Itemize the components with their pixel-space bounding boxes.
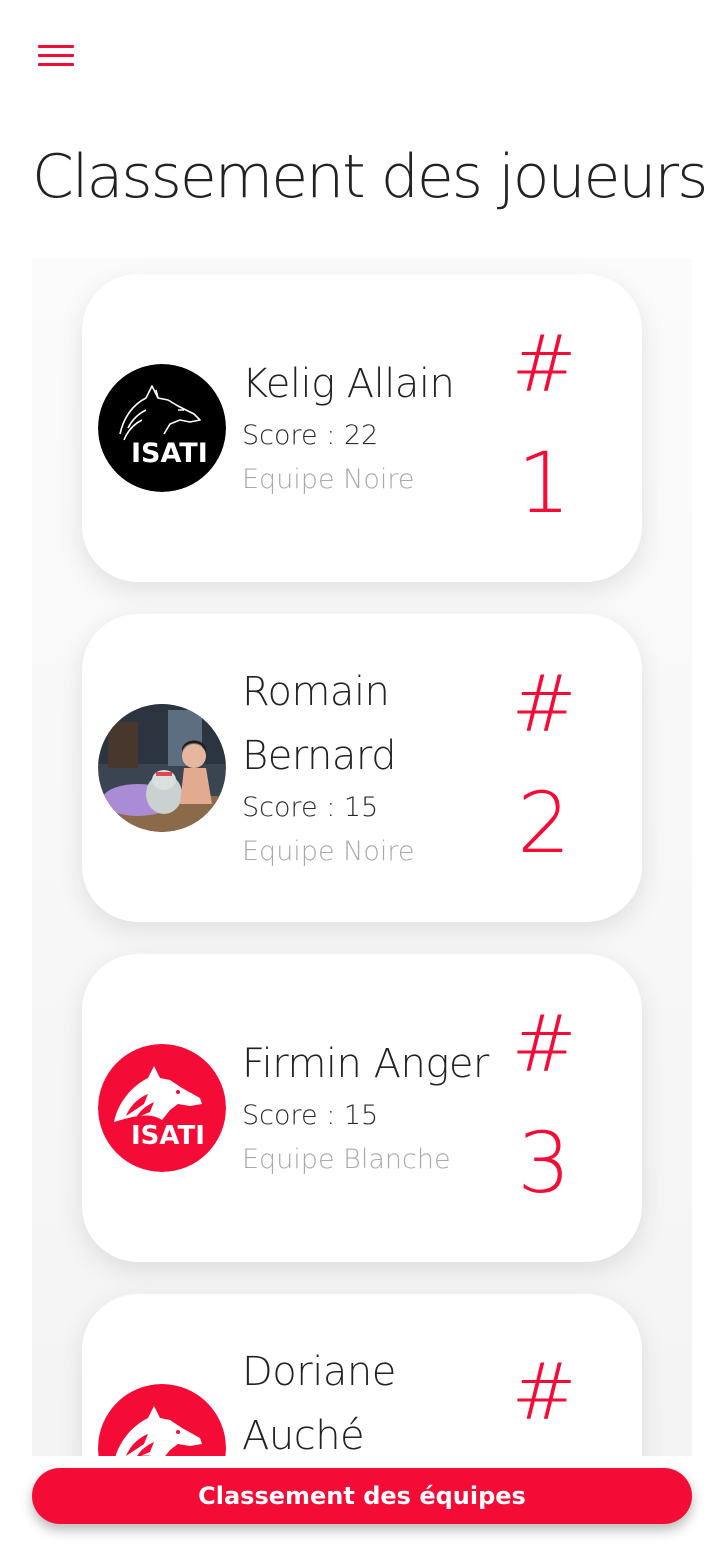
menu-line [38,63,74,66]
player-rank: # [502,1294,586,1456]
player-info: Kelig Allain Score : 22 Equipe Noire [242,274,502,582]
teams-ranking-button[interactable]: Classement des équipes [32,1468,692,1524]
players-ranking-page: Classement des joueurs ISATI Kelig Allai… [0,0,724,1568]
isati-wolf-logo-avatar: ISATI [98,364,226,492]
profile-photo-icon [98,704,226,832]
rank-number: 2 [517,774,571,872]
player-name: Kelig Allain [242,361,455,407]
player-rank: # 3 [502,954,586,1262]
player-card[interactable]: Romain Bernard Score : 15 Equipe Noire #… [82,614,642,922]
rank-hash: # [511,660,577,750]
rank-number: 1 [517,434,571,532]
player-info: Romain Bernard Score : 15 Equipe Noire [242,614,502,922]
isati-logo-text: ISATI [131,438,208,469]
menu-line [38,54,74,57]
isati-logo-red-icon: ISATI [98,1044,226,1172]
player-name: Romain Bernard [242,669,397,779]
isati-logo-text: ISATI [131,1121,205,1151]
player-name: Doriane Auché [242,1349,396,1456]
menu-line [38,45,74,48]
player-score: Score : 15 [242,1100,379,1131]
profile-photo-avatar [98,704,226,832]
rank-hash: # [511,1000,577,1090]
player-card[interactable]: Doriane Auché # [82,1294,642,1456]
player-card[interactable]: ISATI Firmin Anger Score : 15 Equipe Bla… [82,954,642,1262]
isati-wolf-logo-avatar [98,1384,226,1456]
player-team: Equipe Blanche [242,1144,451,1175]
isati-wolf-logo-avatar: ISATI [98,1044,226,1172]
rank-number: 3 [517,1114,571,1212]
player-rank: # 2 [502,614,586,922]
players-list[interactable]: ISATI Kelig Allain Score : 22 Equipe Noi… [32,258,692,1456]
isati-logo-red-icon [98,1384,226,1456]
isati-logo-black-icon: ISATI [98,364,226,492]
player-info: Firmin Anger Score : 15 Equipe Blanche [242,954,502,1262]
player-rank: # 1 [502,274,586,582]
page-title: Classement des joueurs [32,142,708,212]
player-score: Score : 15 [242,792,379,823]
rank-hash: # [511,320,577,410]
player-team: Equipe Noire [242,836,415,867]
rank-hash: # [511,1348,577,1438]
player-score: Score : 22 [242,420,379,451]
player-info: Doriane Auché [242,1294,502,1456]
player-team: Equipe Noire [242,464,415,495]
player-name: Firmin Anger [242,1041,489,1087]
hamburger-menu-icon[interactable] [38,42,74,70]
player-card[interactable]: ISATI Kelig Allain Score : 22 Equipe Noi… [82,274,642,582]
